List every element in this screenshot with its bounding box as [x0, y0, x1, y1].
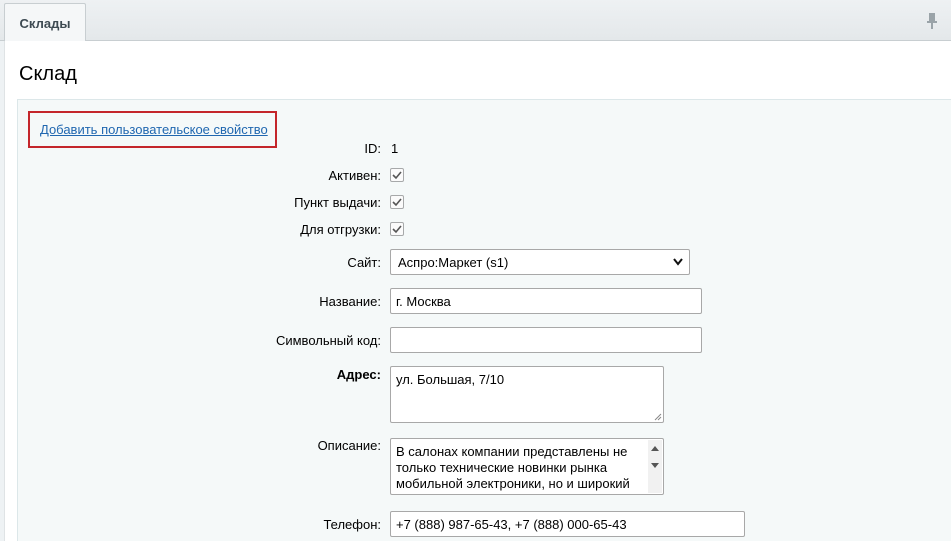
site-select[interactable]: Аспро:Маркет (s1): [390, 249, 690, 275]
address-label: Адрес:: [336, 367, 381, 382]
pickup-label: Пункт выдачи:: [294, 195, 381, 210]
id-label: ID:: [364, 141, 381, 156]
id-value: 1: [391, 141, 399, 156]
site-label: Сайт:: [347, 255, 381, 270]
shipping-label: Для отгрузки:: [300, 222, 381, 237]
checkmark-icon: [392, 171, 402, 180]
description-textarea[interactable]: В салонах компании представлены не тольк…: [390, 438, 664, 495]
phone-value: +7 (888) 987-65-43, +7 (888) 000-65-43: [396, 516, 627, 532]
checkmark-icon: [392, 225, 402, 234]
description-value: В салонах компании представлены не тольк…: [396, 444, 630, 491]
phone-input[interactable]: +7 (888) 987-65-43, +7 (888) 000-65-43: [390, 511, 745, 537]
chevron-down-icon: [673, 258, 683, 266]
active-label: Активен:: [328, 168, 381, 183]
tab-label: Склады: [19, 15, 71, 31]
description-label: Описание:: [317, 438, 381, 453]
address-textarea[interactable]: ул. Большая, 7/10: [390, 366, 664, 423]
shipping-checkbox[interactable]: [390, 222, 404, 236]
code-label: Символьный код:: [275, 333, 381, 348]
form-area: Добавить пользовательское свойство ID: 1…: [17, 99, 951, 541]
add-property-highlight: Добавить пользовательское свойство: [28, 111, 277, 148]
tab-bar: Склады: [0, 0, 951, 42]
main-panel: Склад Добавить пользовательское свойство…: [4, 41, 951, 541]
pin-icon[interactable]: [925, 12, 939, 30]
name-label: Название:: [319, 294, 381, 309]
address-value: ул. Большая, 7/10: [396, 372, 505, 387]
active-checkbox[interactable]: [390, 168, 404, 182]
phone-label: Телефон:: [323, 517, 381, 532]
code-input[interactable]: [390, 327, 702, 353]
scroll-down-icon[interactable]: [651, 463, 659, 469]
tab-warehouses[interactable]: Склады: [4, 3, 86, 42]
name-value: г. Москва: [396, 293, 451, 309]
page-title: Склад: [19, 63, 77, 85]
description-scrollbar[interactable]: [648, 440, 662, 493]
pickup-checkbox[interactable]: [390, 195, 404, 209]
site-selected-value: Аспро:Маркет (s1): [398, 254, 509, 270]
checkmark-icon: [392, 198, 402, 207]
add-property-link[interactable]: Добавить пользовательское свойство: [40, 122, 268, 137]
scroll-up-icon[interactable]: [651, 445, 659, 451]
name-input[interactable]: г. Москва: [390, 288, 702, 314]
resize-handle-icon[interactable]: [653, 412, 662, 421]
